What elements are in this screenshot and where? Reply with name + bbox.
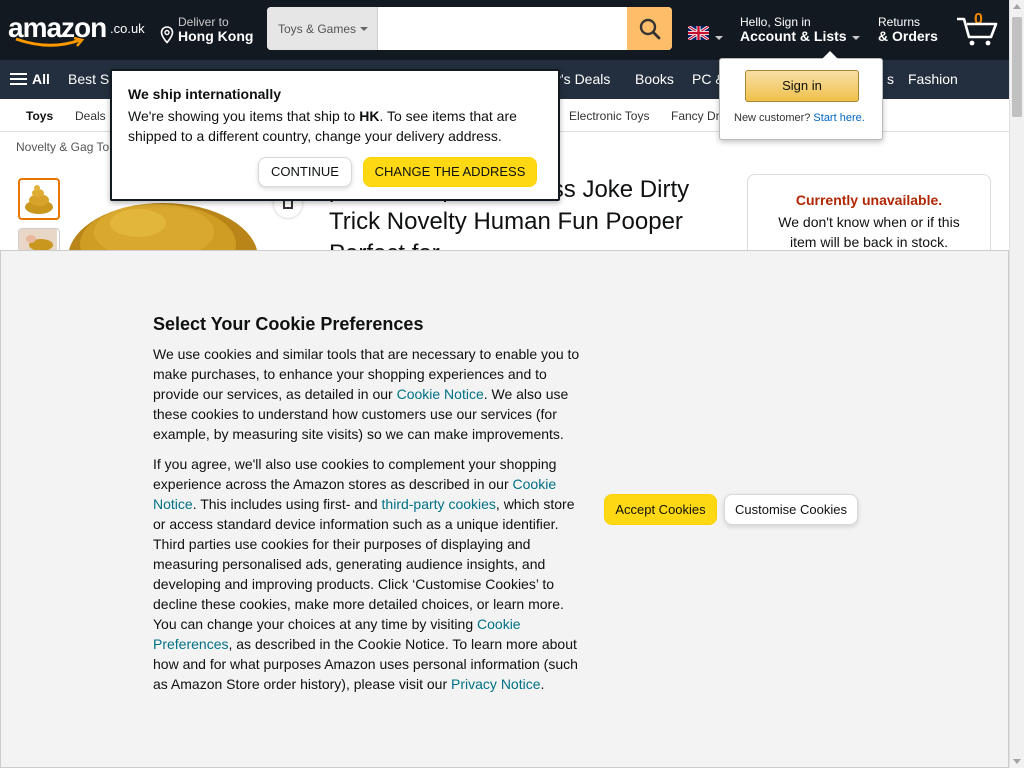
cookie-text: . [540,676,545,692]
popover-country: HK [359,108,380,124]
smile-arrow-icon [15,37,85,47]
scroll-down-arrow-icon[interactable] [1013,759,1021,764]
customise-cookies-button[interactable]: Customise Cookies [724,494,858,525]
chevron-down-icon [360,27,368,31]
cookie-paragraph-1: We use cookies and similar tools that ar… [153,344,585,444]
uk-flag-icon [688,26,709,40]
location-pin-icon [160,26,174,44]
popover-heading: We ship internationally [128,86,281,102]
deliver-location: Hong Kong [178,28,254,44]
scroll-up-arrow-icon[interactable] [1013,4,1021,9]
search-bar: Toys & Games [267,7,672,50]
cookie-text: . This includes using first- and [192,496,382,512]
language-selector[interactable] [688,22,724,44]
orders-label: & Orders [878,28,938,44]
page-scrollbar[interactable] [1009,0,1024,768]
new-customer-row: New customer? Start here. [734,112,865,124]
ship-internationally-popover: We ship internationally We're showing yo… [110,69,560,201]
flyout-arrow [822,51,838,59]
breadcrumb[interactable]: Novelty & Gag To [16,140,109,154]
cookie-text: If you agree, we'll also use cookies to … [153,456,557,492]
availability-message: We don't know when or if this item will … [778,214,960,250]
amazon-logo[interactable]: amazon .co.uk [8,12,148,48]
cookie-notice-link[interactable]: Cookie Notice [397,386,484,402]
subnav-deals[interactable]: Deals [75,109,106,123]
cookie-title: Select Your Cookie Preferences [153,314,424,334]
signin-button[interactable]: Sign in [745,70,859,102]
accept-cookies-button[interactable]: Accept Cookies [604,494,717,525]
nav-link-partial[interactable]: s [887,71,894,87]
start-here-link[interactable]: Start here. [813,112,864,124]
hamburger-icon [10,73,27,86]
product-thumbnail[interactable] [18,228,60,252]
search-category-label: Toys & Games [278,22,357,36]
nav-link-fashion[interactable]: Fashion [908,71,958,87]
all-label: All [32,71,50,87]
availability-status: Currently unavailable. [795,192,943,208]
top-header: amazon .co.uk Deliver to Hong Kong Toys … [0,0,1009,60]
cookie-text: , which store or access standard device … [153,496,575,632]
cookie-preferences-panel: Select Your Cookie Preferences We use co… [0,250,1009,768]
account-label: Account & Lists [740,28,847,44]
scrollbar-thumb[interactable] [1012,17,1022,117]
deliver-to[interactable]: Deliver to Hong Kong [158,14,258,48]
returns-orders[interactable]: Returns & Orders [878,14,948,48]
nav-link-books[interactable]: Books [635,71,674,87]
returns-label: Returns [878,15,921,29]
chevron-down-icon [852,36,860,40]
subnav-electronic-toys[interactable]: Electronic Toys [569,109,649,123]
cart-button[interactable]: 0 [955,8,1005,50]
search-category-select[interactable]: Toys & Games [267,7,378,50]
change-address-button[interactable]: CHANGE THE ADDRESS [363,157,537,187]
subnav-fancy-dress[interactable]: Fancy Dr [671,109,720,123]
popover-body-text: We're showing you items that ship to [128,108,360,124]
signin-flyout: Sign in New customer? Start here. [719,51,883,140]
product-thumbnail-image [25,185,53,214]
deliver-label: Deliver to [178,15,229,29]
search-input[interactable] [379,7,627,50]
subnav-toys[interactable]: Toys [26,109,53,123]
chevron-down-icon [715,36,723,40]
cookie-paragraph-2: If you agree, we'll also use cookies to … [153,454,585,694]
nav-link-best-sellers[interactable]: Best S [68,71,109,87]
cart-icon [957,17,998,46]
continue-button[interactable]: CONTINUE [258,157,352,187]
search-button[interactable] [627,7,672,50]
amazon-product-page: amazon .co.uk Deliver to Hong Kong Toys … [0,0,1009,768]
nav-link-todays-deals[interactable]: y's Deals [554,71,610,87]
third-party-cookies-link[interactable]: third-party cookies [382,496,496,512]
product-thumbnail[interactable] [18,178,60,220]
new-customer-label: New customer? [734,112,811,124]
account-lists[interactable]: Hello, Sign in Account & Lists [740,14,864,48]
account-greeting: Hello, Sign in [740,15,811,29]
product-thumbnail-image [19,229,57,251]
popover-body: We're showing you items that ship to HK.… [128,106,548,146]
logo-tld: .co.uk [110,21,145,36]
search-icon [639,18,661,40]
privacy-notice-link[interactable]: Privacy Notice [451,676,540,692]
